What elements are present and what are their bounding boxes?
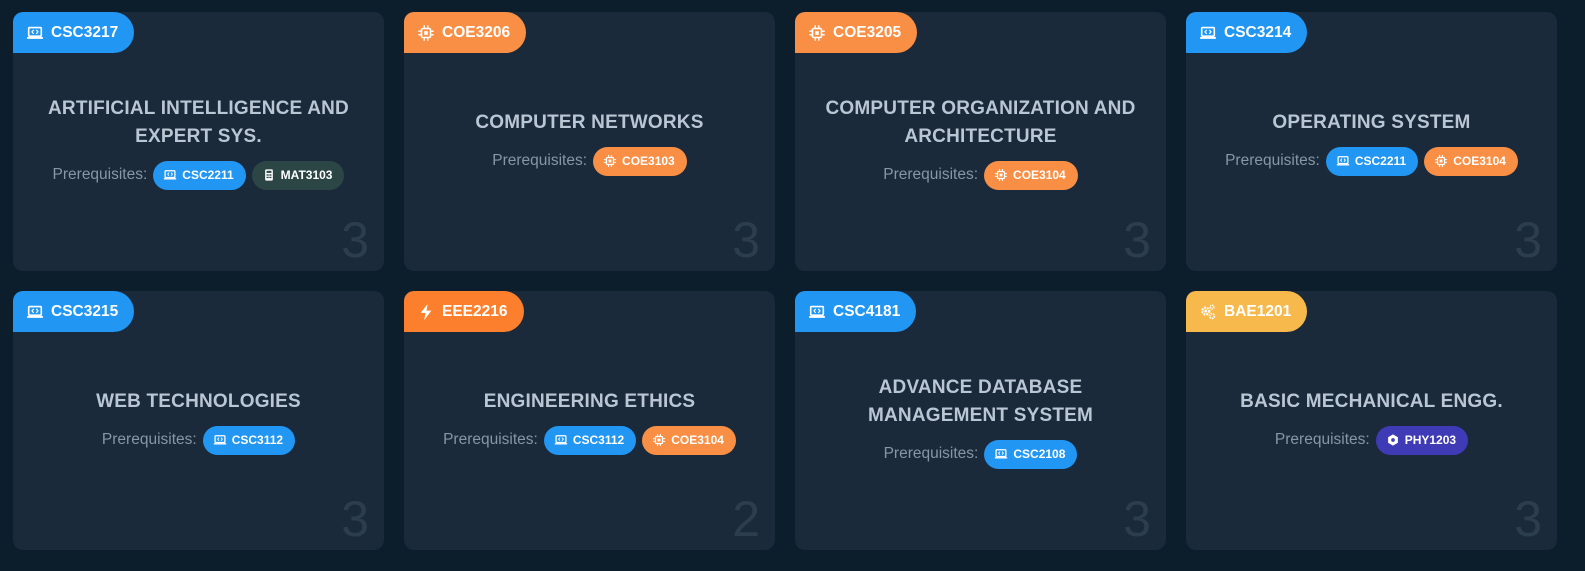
course-code: CSC3214 bbox=[1224, 23, 1292, 41]
laptop-code-icon bbox=[1199, 24, 1217, 42]
prerequisites-label: Prerequisites: bbox=[883, 445, 979, 462]
prerequisite-chip-coe3104[interactable]: COE3104 bbox=[1424, 146, 1518, 176]
prerequisites-row: Prerequisites: CSC3112 bbox=[101, 425, 296, 455]
prerequisites-row: Prerequisites: CSC3112 COE3104 bbox=[443, 425, 736, 455]
course-title: WEB TECHNOLOGIES bbox=[96, 390, 301, 412]
credit-hours: 3 bbox=[341, 212, 369, 268]
prerequisites-row: Prerequisites: CSC2108 bbox=[883, 439, 1078, 469]
prerequisites-label: Prerequisites: bbox=[492, 152, 588, 169]
prerequisite-chip-coe3104[interactable]: COE3104 bbox=[642, 425, 736, 455]
gears-icon bbox=[1199, 303, 1217, 321]
bolt-icon bbox=[417, 303, 435, 321]
prerequisite-code: PHY1203 bbox=[1404, 433, 1457, 447]
prerequisites-row: Prerequisites: COE3104 bbox=[883, 160, 1078, 190]
atom-icon bbox=[1386, 433, 1400, 447]
prerequisite-code: COE3104 bbox=[671, 433, 724, 447]
credit-hours: 3 bbox=[1514, 212, 1542, 268]
course-title: COMPUTER NETWORKS bbox=[475, 111, 704, 133]
prerequisite-code: COE3104 bbox=[1453, 154, 1506, 168]
credit-hours: 3 bbox=[732, 212, 760, 268]
prerequisite-chip-phy1203[interactable]: PHY1203 bbox=[1375, 425, 1469, 455]
prerequisite-chip-csc3112[interactable]: CSC3112 bbox=[543, 425, 637, 455]
course-code-badge: EEE2216 bbox=[404, 291, 524, 332]
course-card-csc3215[interactable]: CSC3215 WEB TECHNOLOGIES Prerequisites: CSC… bbox=[13, 291, 384, 550]
course-code-badge: CSC4181 bbox=[795, 291, 917, 332]
laptop-code-icon bbox=[26, 24, 44, 42]
course-code: CSC3215 bbox=[51, 302, 119, 320]
chip-icon bbox=[417, 24, 435, 42]
course-code: COE3206 bbox=[442, 23, 511, 41]
course-code: CSC4181 bbox=[833, 302, 901, 320]
course-title: COMPUTER ORGANIZATION AND ARCHITECTURE bbox=[825, 97, 1136, 147]
course-card-coe3205[interactable]: COE3205 COMPUTER ORGANIZATION AND ARCHITE… bbox=[795, 12, 1166, 271]
course-code: EEE2216 bbox=[442, 302, 508, 320]
laptop-code-icon bbox=[554, 433, 568, 447]
chip-icon bbox=[994, 168, 1008, 182]
prerequisite-chip-csc2211[interactable]: CSC2211 bbox=[1325, 146, 1419, 176]
laptop-code-icon bbox=[213, 433, 227, 447]
prerequisite-chip-csc2108[interactable]: CSC2108 bbox=[984, 439, 1078, 469]
course-code-badge: BAE1201 bbox=[1186, 291, 1308, 332]
prerequisites-row: Prerequisites: PHY1203 bbox=[1274, 425, 1469, 455]
course-title: ENGINEERING ETHICS bbox=[483, 390, 696, 412]
prerequisite-code: CSC3112 bbox=[572, 433, 625, 447]
chip-icon bbox=[603, 154, 617, 168]
prerequisite-chip-coe3103[interactable]: COE3103 bbox=[593, 146, 687, 176]
prerequisite-code: CSC3112 bbox=[231, 433, 284, 447]
course-code-badge: COE3206 bbox=[404, 12, 527, 53]
course-code-badge: COE3205 bbox=[795, 12, 918, 53]
course-code: COE3205 bbox=[833, 23, 902, 41]
credit-hours: 2 bbox=[732, 491, 760, 547]
laptop-code-icon bbox=[163, 168, 177, 182]
credit-hours: 3 bbox=[1123, 212, 1151, 268]
credit-hours: 3 bbox=[1514, 491, 1542, 547]
prerequisite-code: CSC2108 bbox=[1013, 447, 1066, 461]
laptop-code-icon bbox=[1336, 154, 1350, 168]
prerequisites-label: Prerequisites: bbox=[101, 431, 197, 448]
chip-icon bbox=[1434, 154, 1448, 168]
prerequisites-label: Prerequisites: bbox=[1225, 152, 1320, 169]
laptop-code-icon bbox=[26, 303, 44, 321]
credit-hours: 3 bbox=[1123, 491, 1151, 547]
course-title: BASIC MECHANICAL ENGG. bbox=[1240, 390, 1503, 412]
prerequisite-chip-csc2211[interactable]: CSC2211 bbox=[153, 160, 246, 190]
credit-hours: 3 bbox=[341, 491, 369, 547]
prerequisite-chip-coe3104[interactable]: COE3104 bbox=[984, 160, 1078, 190]
prerequisites-label: Prerequisites: bbox=[1274, 431, 1370, 448]
prerequisite-chip-mat3103[interactable]: MAT3103 bbox=[251, 160, 345, 190]
prerequisites-label: Prerequisites: bbox=[52, 166, 148, 183]
course-code-badge: CSC3217 bbox=[13, 12, 135, 53]
prerequisites-row: Prerequisites: CSC2211 MAT3103 bbox=[52, 160, 345, 190]
prerequisites-label: Prerequisites: bbox=[443, 431, 538, 448]
prerequisite-code: CSC2211 bbox=[1354, 154, 1407, 168]
course-card-csc3214[interactable]: CSC3214 OPERATING SYSTEM Prerequisites: CSC… bbox=[1186, 12, 1557, 271]
prerequisite-chip-csc3112[interactable]: CSC3112 bbox=[202, 425, 296, 455]
laptop-code-icon bbox=[994, 447, 1008, 461]
prerequisite-code: CSC2211 bbox=[182, 168, 234, 182]
prerequisite-code: COE3104 bbox=[1013, 168, 1066, 182]
course-title: OPERATING SYSTEM bbox=[1272, 111, 1471, 133]
prerequisites-row: Prerequisites: CSC2211 COE3104 bbox=[1225, 146, 1518, 176]
prerequisites-label: Prerequisites: bbox=[883, 166, 979, 183]
course-card-csc3217[interactable]: CSC3217 ARTIFICIAL INTELLIGENCE AND EXPER… bbox=[13, 12, 384, 271]
laptop-code-icon bbox=[808, 303, 826, 321]
course-code: BAE1201 bbox=[1224, 302, 1292, 320]
course-code-badge: CSC3215 bbox=[13, 291, 135, 332]
chip-icon bbox=[652, 433, 666, 447]
course-card-csc4181[interactable]: CSC4181 ADVANCE DATABASE MANAGEMENT SYSTE… bbox=[795, 291, 1166, 550]
calculator-icon bbox=[262, 168, 276, 182]
course-grid: CSC3217 ARTIFICIAL INTELLIGENCE AND EXPER… bbox=[13, 12, 1557, 550]
course-code: CSC3217 bbox=[51, 23, 119, 41]
course-card-coe3206[interactable]: COE3206 COMPUTER NETWORKS Prerequisites: CO… bbox=[404, 12, 775, 271]
course-title: ADVANCE DATABASE MANAGEMENT SYSTEM bbox=[867, 376, 1094, 426]
course-code-badge: CSC3214 bbox=[1186, 12, 1308, 53]
course-card-eee2216[interactable]: EEE2216 ENGINEERING ETHICS Prerequisites: C… bbox=[404, 291, 775, 550]
chip-icon bbox=[808, 24, 826, 42]
course-card-bae1201[interactable]: BAE1201 BASIC MECHANICAL ENGG. Prerequisit… bbox=[1186, 291, 1557, 550]
prerequisite-code: MAT3103 bbox=[280, 168, 333, 182]
course-title: ARTIFICIAL INTELLIGENCE AND EXPERT SYS. bbox=[48, 97, 349, 147]
prerequisites-row: Prerequisites: COE3103 bbox=[492, 146, 687, 176]
prerequisite-code: COE3103 bbox=[622, 154, 675, 168]
